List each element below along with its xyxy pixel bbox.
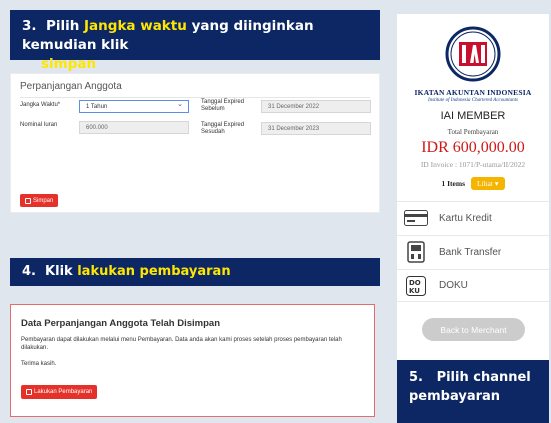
lihat-label: Lihat: [477, 179, 493, 188]
saved-message: Pembayaran dapat dilakukan melalui menu …: [21, 337, 342, 351]
nominal-iuran-label: Nominal Iuran: [20, 122, 58, 128]
step-3-banner: 3. Pilih Jangka waktu yang diinginkan ke…: [10, 10, 380, 72]
saved-title: Data Perpanjangan Anggota Telah Disimpan: [21, 318, 221, 329]
back-to-merchant-button[interactable]: Back to Merchant: [422, 318, 525, 341]
expired-after-field: 31 December 2023: [261, 122, 371, 135]
total-amount: IDR 600,000.00: [421, 139, 525, 156]
chevron-down-icon: ⌄: [177, 101, 183, 108]
jangka-waktu-value: 1 Tahun: [86, 104, 108, 110]
items-row: 1 Items Lihat ▾: [397, 177, 549, 190]
member-title: IAI MEMBER: [440, 110, 506, 122]
expired-after-label: Tanggal Expired Sesudah: [201, 122, 245, 135]
nominal-iuran-value: 600.000: [86, 125, 108, 131]
save-button-label: Simpan: [33, 197, 54, 204]
iai-logo-icon: [445, 26, 501, 82]
step-number: 4.: [22, 264, 36, 279]
divider: [20, 97, 370, 98]
payment-option-label: Kartu Kredit: [439, 212, 492, 224]
step-text: Klik: [45, 264, 73, 279]
payment-icon: [26, 389, 32, 395]
step-4-banner: 4. Klik lakukan pembayaran: [10, 258, 380, 286]
save-button[interactable]: Simpan: [20, 194, 59, 207]
make-payment-button[interactable]: Lakukan Pembayaran: [21, 385, 98, 399]
chevron-down-icon: ▾: [494, 179, 499, 188]
expired-before-value: 31 December 2022: [268, 104, 320, 110]
payment-option-label: Bank Transfer: [439, 246, 502, 258]
payment-option-doku[interactable]: DO KU DOKU: [397, 269, 549, 302]
svg-text:DO: DO: [409, 279, 421, 287]
thank-you-text: Terima kasih.: [21, 361, 57, 367]
expired-after-value: 31 December 2023: [268, 126, 320, 132]
items-count: 1 Items: [441, 179, 466, 188]
jangka-waktu-select[interactable]: 1 Tahun ⌄: [79, 100, 189, 113]
doku-icon: DO KU: [403, 275, 429, 296]
renewal-form-panel: Perpanjangan Anggota Jangka Waktu* 1 Tah…: [10, 73, 380, 213]
credit-card-icon: [403, 210, 429, 226]
bank-transfer-icon: [403, 241, 429, 263]
svg-text:KU: KU: [409, 287, 420, 295]
step-highlight: simpan: [41, 56, 97, 72]
step-number: 5.: [409, 370, 423, 385]
step-number: 3.: [22, 18, 37, 34]
payment-option-bank-transfer[interactable]: Bank Transfer: [397, 235, 549, 268]
step-text: Pilih channel pembayaran: [409, 370, 531, 404]
lihat-button[interactable]: Lihat ▾: [471, 177, 505, 190]
step-5-banner: 5. Pilih channel pembayaran: [397, 360, 549, 423]
expired-before-field: 31 December 2022: [261, 100, 371, 113]
org-subtitle: Institute of Indonesia Chartered Account…: [428, 98, 518, 103]
jangka-waktu-label: Jangka Waktu*: [20, 102, 61, 108]
save-icon: [25, 197, 31, 204]
payment-option-credit-card[interactable]: Kartu Kredit: [397, 201, 549, 234]
make-payment-label: Lakukan Pembayaran: [34, 389, 93, 395]
total-label: Total Pembayaran: [447, 128, 499, 136]
invoice-id: ID Invoice : 1071/P-utama/II/2022: [420, 160, 526, 169]
expired-before-label: Tanggal Expired Sebelum: [201, 99, 245, 112]
step-text: Pilih: [45, 18, 80, 34]
step-highlight: lakukan pembayaran: [77, 264, 231, 279]
payment-option-label: DOKU: [439, 280, 468, 291]
org-name: IKATAN AKUNTAN INDONESIA: [414, 88, 532, 97]
form-title: Perpanjangan Anggota: [20, 81, 122, 92]
payment-panel: IKATAN AKUNTAN INDONESIA Institute of In…: [397, 14, 549, 360]
nominal-iuran-field: 600.000: [79, 121, 189, 134]
saved-confirmation-panel: Data Perpanjangan Anggota Telah Disimpan…: [10, 304, 375, 417]
step-highlight: Jangka waktu: [84, 18, 187, 34]
